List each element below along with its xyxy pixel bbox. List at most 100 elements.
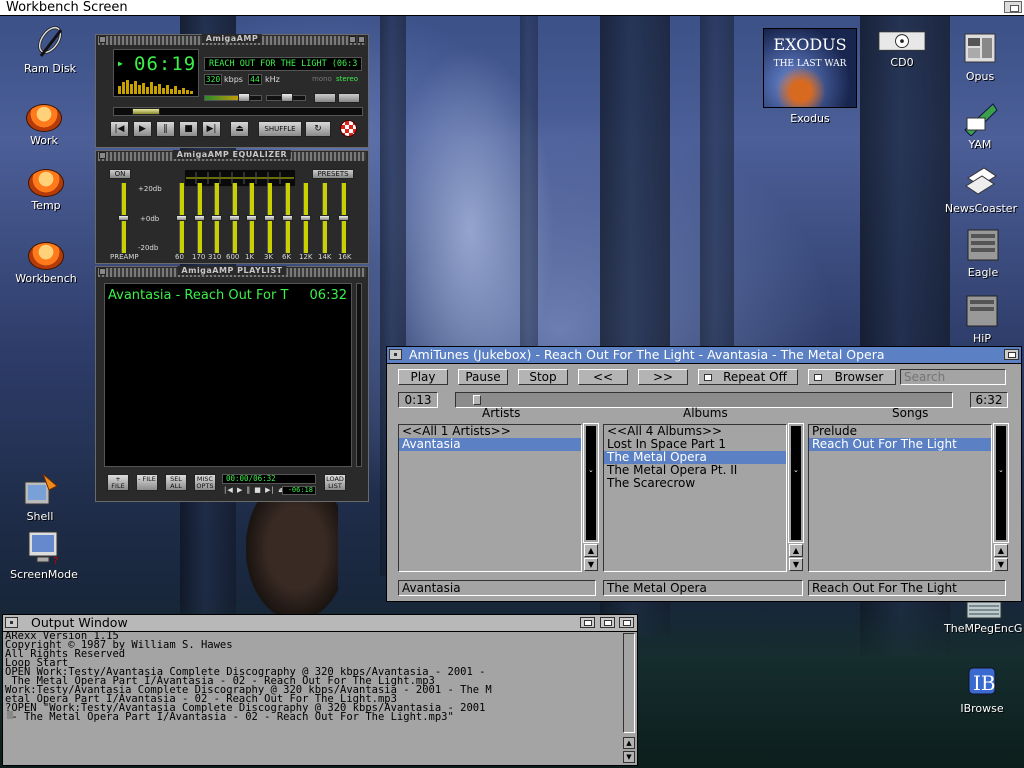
next-track-button[interactable]: ▶| xyxy=(202,121,221,137)
stop-button-jukebox[interactable]: Stop xyxy=(518,369,568,385)
eq-slider-knob[interactable] xyxy=(118,215,129,221)
amigaamp-time-display[interactable]: ▶ 06:19 xyxy=(113,49,199,97)
amigaamp-title-bar[interactable]: AmigaAMP xyxy=(98,34,366,45)
scroll-down-button[interactable]: ▼ xyxy=(789,558,803,571)
eq-slider-16k[interactable] xyxy=(338,183,349,253)
amiga-boing-icon[interactable] xyxy=(340,120,357,137)
eq-slider-3k[interactable] xyxy=(264,183,275,253)
scroll-knob-albums[interactable]: ⌄ xyxy=(793,466,799,474)
remove-file-button[interactable]: - FILE xyxy=(136,474,158,491)
scroll-knob-songs[interactable]: ⌄ xyxy=(998,466,1004,474)
playlist-toggle-button[interactable] xyxy=(338,93,360,103)
volume-knob[interactable] xyxy=(238,93,251,102)
select-all-button[interactable]: SEL ALL xyxy=(165,474,187,491)
amigaamp-minimize-button[interactable] xyxy=(349,36,356,43)
scroll-up-button[interactable]: ▲ xyxy=(584,544,598,557)
artists-list[interactable]: <<All 1 Artists>> Avantasia xyxy=(398,424,582,572)
desktop-icon-cd0[interactable]: CD0 xyxy=(862,30,942,69)
position-knob[interactable] xyxy=(472,395,481,405)
songs-list[interactable]: Prelude Reach Out For The Light xyxy=(808,424,992,572)
repeat-button[interactable]: ↻ xyxy=(305,121,331,137)
eq-slider-knob[interactable] xyxy=(211,215,222,221)
workbench-title-bar[interactable]: Workbench Screen xyxy=(0,0,1024,16)
desktop-icon-temp[interactable]: Temp xyxy=(6,163,86,212)
eq-slider-60[interactable] xyxy=(176,183,187,253)
output-iconify-button[interactable] xyxy=(600,617,615,628)
equalizer-title-bar[interactable]: AmigaAMP EQUALIZER xyxy=(98,150,366,161)
scroll-down-button[interactable]: ▼ xyxy=(584,558,598,571)
next-button-jukebox[interactable]: >> xyxy=(638,369,688,385)
eq-slider-170[interactable] xyxy=(194,183,205,253)
artist-list-item[interactable]: Avantasia xyxy=(399,438,581,451)
albums-scrollbar[interactable]: ⌄ ▲ ▼ xyxy=(788,423,804,572)
playlist-entry[interactable]: Avantasia - Reach Out For T 06:32 xyxy=(108,288,347,304)
eq-slider-knob[interactable] xyxy=(264,215,275,221)
previous-track-button[interactable]: |◀ xyxy=(110,121,129,137)
eq-presets-button[interactable]: PRESETS xyxy=(312,169,354,179)
eq-slider-knob[interactable] xyxy=(300,215,311,221)
desktop-icon-yam[interactable]: YAM xyxy=(940,100,1020,151)
eq-slider-knob[interactable] xyxy=(246,215,257,221)
desktop-icon-shell[interactable]: Shell xyxy=(0,472,80,523)
artists-scrollbar[interactable]: ⌄ ▲ ▼ xyxy=(583,423,599,572)
repeat-toggle[interactable]: Repeat Off xyxy=(698,369,798,385)
add-file-button[interactable]: + FILE xyxy=(107,474,129,491)
eq-slider-310[interactable] xyxy=(211,183,222,253)
scroll-up-button[interactable]: ▲ xyxy=(789,544,803,557)
equalizer-close-button[interactable] xyxy=(99,152,106,159)
output-text[interactable]: ARexx Version 1.15 Copyright © 1987 by W… xyxy=(5,632,622,764)
play-button[interactable]: ▶ xyxy=(133,121,152,137)
scroll-knob-artists[interactable]: ⌄ xyxy=(588,466,594,474)
desktop-icon-screenmode[interactable]: ? ScreenMode xyxy=(4,530,84,581)
eq-slider-1k[interactable] xyxy=(246,183,257,253)
misc-options-button[interactable]: MISC OPTS xyxy=(194,474,216,491)
output-zoom-button[interactable] xyxy=(580,617,595,628)
scroll-down-button[interactable]: ▼ xyxy=(623,751,635,763)
desktop-icon-newscoaster[interactable]: NewsCoaster xyxy=(941,164,1021,215)
seek-knob[interactable] xyxy=(131,108,160,115)
amitunes-title-bar[interactable]: AmiTunes (Jukebox) - Reach Out For The L… xyxy=(387,347,1021,364)
desktop-icon-workbench[interactable]: Workbench xyxy=(6,236,86,285)
output-close-button[interactable] xyxy=(5,617,18,628)
eq-slider-12k[interactable] xyxy=(300,183,311,253)
song-title-scroller[interactable]: REACH OUT FOR THE LIGHT (06:3 xyxy=(204,57,362,71)
eq-slider-knob[interactable] xyxy=(338,215,349,221)
playlist-area[interactable]: Avantasia - Reach Out For T 06:32 xyxy=(104,283,352,467)
balance-slider[interactable] xyxy=(266,93,306,102)
balance-knob[interactable] xyxy=(281,93,293,102)
eq-slider-knob[interactable] xyxy=(176,215,187,221)
output-title-bar[interactable]: Output Window xyxy=(2,614,638,632)
mini-transport-controls[interactable]: |◀ ▶ ‖ ■ ▶| ⏏ xyxy=(224,486,286,494)
stop-button[interactable]: ■ xyxy=(179,121,198,137)
scroll-track[interactable]: ⌄ xyxy=(993,423,1009,543)
song-list-item[interactable]: Reach Out For The Light xyxy=(809,438,991,451)
albums-list[interactable]: <<All 4 Albums>> Lost In Space Part 1 The … xyxy=(603,424,787,572)
amigaamp-playlist[interactable]: AmigaAMP PLAYLIST Avantasia - Reach Out … xyxy=(95,266,369,502)
eq-on-button[interactable]: ON xyxy=(109,169,131,179)
output-depth-button[interactable] xyxy=(619,617,634,628)
scroll-track[interactable]: ⌄ xyxy=(583,423,599,543)
scroll-track[interactable] xyxy=(623,633,635,733)
eq-slider-14k[interactable] xyxy=(319,183,330,253)
scroll-up-button[interactable]: ▲ xyxy=(994,544,1008,557)
previous-button-jukebox[interactable]: << xyxy=(578,369,628,385)
songs-scrollbar[interactable]: ⌄ ▲ ▼ xyxy=(993,423,1009,572)
shuffle-button[interactable]: SHUFFLE xyxy=(258,121,302,137)
load-list-button[interactable]: LOAD LIST xyxy=(324,474,346,491)
seek-bar[interactable] xyxy=(113,107,363,116)
output-window[interactable]: Output Window ARexx Version 1.15 Copyrig… xyxy=(2,614,638,766)
amitunes-close-button[interactable] xyxy=(389,349,402,360)
volume-slider[interactable] xyxy=(204,93,262,102)
eq-slider-knob[interactable] xyxy=(229,215,240,221)
desktop-icon-thempegencg[interactable]: TheMPegEncG xyxy=(944,600,1024,635)
eq-slider-knob[interactable] xyxy=(194,215,205,221)
desktop-icon-exodus[interactable]: EXODUS THE LAST WAR Exodus xyxy=(763,28,857,125)
playlist-title-bar[interactable]: AmigaAMP PLAYLIST xyxy=(98,266,366,277)
eq-slider-knob[interactable] xyxy=(319,215,330,221)
screen-depth-gadget[interactable] xyxy=(1004,1,1022,13)
desktop-icon-work[interactable]: Work xyxy=(4,98,84,147)
output-scrollbar[interactable]: ▲ ▼ xyxy=(623,633,635,763)
eq-slider-preamp[interactable] xyxy=(118,183,129,253)
scroll-track[interactable]: ⌄ xyxy=(788,423,804,543)
eq-slider-600[interactable] xyxy=(229,183,240,253)
